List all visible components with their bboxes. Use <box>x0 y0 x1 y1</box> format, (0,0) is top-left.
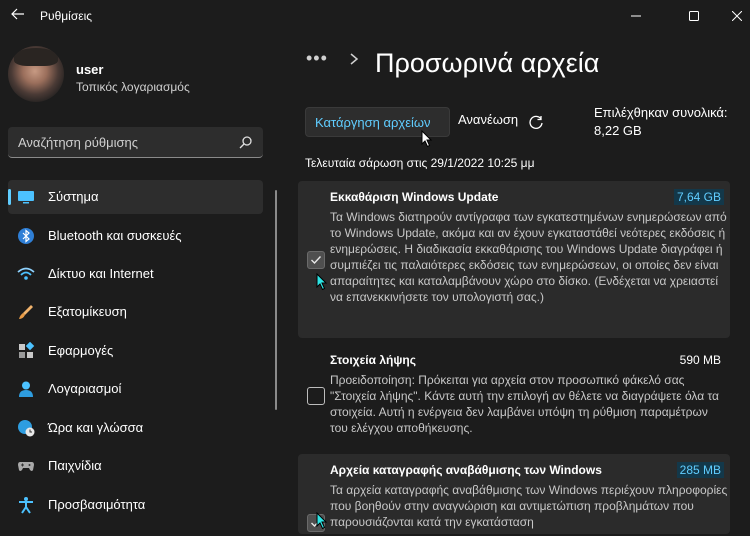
sidebar-item-apps[interactable]: Εφαρμογές <box>8 334 263 368</box>
item-title: Στοιχεία λήψης <box>330 353 416 367</box>
sidebar-item-personalization[interactable]: Εξατομίκευση <box>8 295 263 329</box>
list-item[interactable]: Στοιχεία λήψης 590 MB Προειδοποίηση: Πρό… <box>298 344 730 448</box>
apps-icon <box>19 342 35 358</box>
avatar[interactable] <box>8 46 64 102</box>
sidebar-item-time-language[interactable]: Ώρα και γλώσσα <box>8 411 263 445</box>
sidebar-item-label: Εξατομίκευση <box>48 304 127 319</box>
sidebar-item-label: Σύστημα <box>48 189 99 204</box>
minimize-icon[interactable] <box>613 0 659 32</box>
item-size: 590 MB <box>679 353 721 367</box>
chevron-right-icon <box>350 53 359 65</box>
refresh-icon[interactable] <box>528 115 544 131</box>
remove-files-label: Κατάργηση αρχείων <box>315 115 431 130</box>
globe-clock-icon <box>18 420 35 437</box>
item-size: 7,64 GB <box>673 189 724 205</box>
item-description: Προειδοποίηση: Πρόκειται για αρχεία στον… <box>330 373 719 435</box>
search-input[interactable]: Αναζήτηση ρύθμισης <box>8 127 263 158</box>
user-name: user <box>76 62 104 77</box>
item-title: Αρχεία καταγραφής αναβάθμισης των Window… <box>330 463 602 477</box>
maximize-icon[interactable] <box>671 0 717 32</box>
account-type: Τοπικός λογαριασμός <box>76 80 190 94</box>
sidebar-item-label: Ώρα και γλώσσα <box>48 420 144 435</box>
bluetooth-icon <box>18 228 34 244</box>
item-description: Τα αρχεία καταγραφής αναβάθμισης των Win… <box>330 483 728 529</box>
checkmark-icon <box>311 256 322 265</box>
sidebar-item-label: Προσβασιμότητα <box>48 497 146 512</box>
mouse-cursor-icon <box>316 512 328 530</box>
sidebar-item-accounts[interactable]: Λογαριασμοί <box>8 372 263 406</box>
sidebar-item-label: Bluetooth και συσκευές <box>48 228 182 243</box>
mouse-cursor-icon <box>316 273 328 291</box>
sidebar-item-accessibility[interactable]: Προσβασιμότητα <box>8 488 263 522</box>
sidebar-item-label: Παιχνίδια <box>48 458 102 473</box>
wifi-icon <box>17 267 35 280</box>
sidebar-item-label: Δίκτυο και Internet <box>48 266 154 281</box>
last-scan-text: Τελευταία σάρωση στις 29/1/2022 10:25 μμ <box>305 156 535 170</box>
list-item[interactable]: Αρχεία καταγραφής αναβάθμισης των Window… <box>298 454 730 534</box>
back-arrow-icon[interactable] <box>8 6 28 26</box>
brush-icon <box>19 305 33 319</box>
sidebar-item-system[interactable]: Σύστημα <box>8 180 263 214</box>
sidebar-item-gaming[interactable]: Παιχνίδια <box>8 449 263 483</box>
sidebar-item-bluetooth[interactable]: Bluetooth και συσκευές <box>8 219 263 253</box>
item-title: Εκκαθάριση Windows Update <box>330 190 499 204</box>
sidebar-item-label: Εφαρμογές <box>48 343 114 358</box>
search-placeholder: Αναζήτηση ρύθμισης <box>18 135 139 150</box>
close-icon[interactable] <box>714 0 750 32</box>
breadcrumb-overflow-button[interactable]: ••• <box>306 48 328 69</box>
item-description: Τα Windows διατηρούν αντίγραφα των εγκατ… <box>330 210 727 304</box>
sidebar-item-network[interactable]: Δίκτυο και Internet <box>8 257 263 291</box>
account-icon <box>19 381 33 397</box>
accessibility-icon <box>19 497 33 514</box>
app-title: Ρυθμίσεις <box>40 9 93 23</box>
active-indicator <box>8 189 11 205</box>
list-item[interactable]: Εκκαθάριση Windows Update 7,64 GB Τα Win… <box>298 181 730 338</box>
sidebar-scrollbar[interactable] <box>275 190 277 410</box>
page-title: Προσωρινά αρχεία <box>375 48 600 78</box>
mouse-cursor-icon <box>421 130 433 148</box>
gamepad-icon <box>18 462 34 471</box>
checkbox-checked[interactable] <box>307 251 325 269</box>
selected-total-label: Επιλέχθηκαν συνολικά: <box>594 105 728 120</box>
refresh-button[interactable]: Ανανέωση <box>458 112 518 127</box>
item-size: 285 MB <box>676 462 724 478</box>
sidebar-item-label: Λογαριασμοί <box>48 381 122 396</box>
system-monitor-icon <box>18 191 34 204</box>
selected-total-size: 8,22 GB <box>594 123 642 138</box>
search-icon[interactable] <box>239 135 253 149</box>
checkbox-unchecked[interactable] <box>307 387 325 405</box>
title-bar: Ρυθμίσεις <box>0 0 750 32</box>
